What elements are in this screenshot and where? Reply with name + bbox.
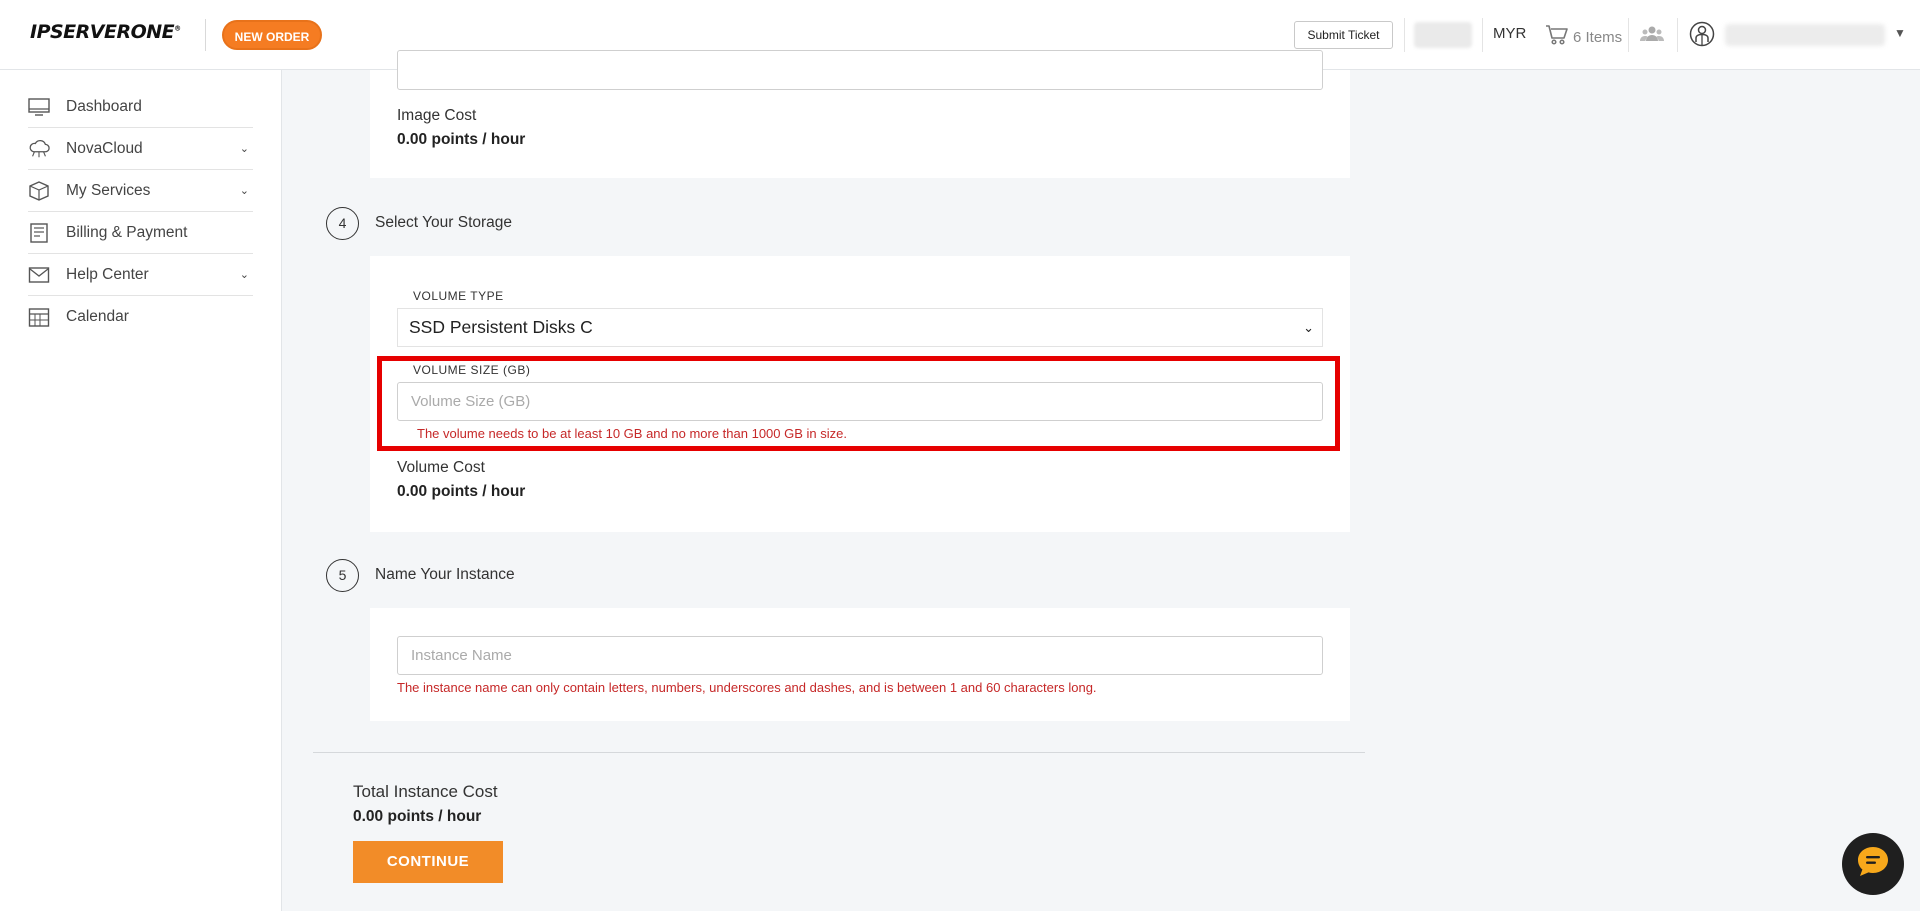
cloud-icon — [28, 138, 50, 160]
step-4-badge: 4 — [326, 207, 359, 240]
sidebar-item-label: NovaCloud — [66, 139, 143, 157]
volume-type-select[interactable]: SSD Persistent Disks C ⌄ — [397, 308, 1323, 347]
storage-step-title: Select Your Storage — [375, 214, 513, 231]
volume-cost-value: 0.00 points / hour — [397, 483, 526, 500]
box-icon — [28, 180, 50, 202]
total-cost-label: Total Instance Cost — [353, 782, 498, 801]
team-icon[interactable] — [1640, 24, 1664, 49]
instance-step-title: Name Your Instance — [375, 566, 515, 583]
monitor-icon — [28, 96, 50, 118]
step-5-badge: 5 — [326, 559, 359, 592]
redacted-balance — [1414, 22, 1472, 48]
user-account-icon[interactable] — [1689, 21, 1715, 52]
chat-support-button[interactable] — [1842, 833, 1904, 895]
volume-cost-label: Volume Cost — [397, 459, 485, 476]
chevron-down-icon: ⌄ — [239, 143, 249, 155]
sidebar-item-calendar[interactable]: Calendar — [28, 296, 253, 338]
sidebar-item-dashboard[interactable]: Dashboard — [28, 86, 253, 128]
chevron-down-icon: ⌄ — [1303, 320, 1314, 335]
submit-ticket-button[interactable]: Submit Ticket — [1294, 21, 1393, 49]
chevron-down-icon: ⌄ — [239, 185, 249, 197]
sidebar-item-label: Help Center — [66, 265, 149, 283]
mail-icon — [28, 264, 50, 286]
instance-name-error: The instance name can only contain lette… — [397, 680, 1097, 695]
currency-selector[interactable]: MYR — [1493, 25, 1526, 42]
volume-type-value: SSD Persistent Disks C — [409, 317, 593, 337]
header-divider — [205, 19, 206, 51]
header-separator — [1404, 18, 1405, 52]
instance-name-input[interactable]: Instance Name — [397, 636, 1323, 675]
cart-button[interactable]: 6 Items — [1545, 24, 1622, 50]
new-order-button[interactable]: NEW ORDER — [222, 20, 322, 50]
section-divider — [313, 752, 1365, 753]
sidebar-item-label: Calendar — [66, 308, 129, 325]
volume-size-highlight — [377, 356, 1340, 451]
sidebar-item-my-services[interactable]: My Services ⌄ — [28, 170, 253, 212]
header-separator — [1677, 18, 1678, 52]
calendar-icon — [28, 306, 50, 328]
user-menu-caret-icon[interactable]: ▼ — [1894, 26, 1906, 40]
cart-label: 6 Items — [1573, 28, 1623, 46]
invoice-icon — [28, 222, 50, 244]
header-separator — [1628, 18, 1629, 52]
instance-name-panel: Instance Name The instance name can only… — [370, 608, 1350, 721]
sidebar-item-label: My Services — [66, 181, 151, 199]
image-cost-label: Image Cost — [397, 107, 477, 124]
header-separator — [1482, 18, 1483, 52]
cart-icon — [1545, 24, 1569, 50]
volume-type-label: VOLUME TYPE — [413, 289, 504, 303]
redacted-username — [1725, 24, 1885, 46]
chat-icon — [1854, 844, 1892, 885]
sidebar-item-billing[interactable]: Billing & Payment — [28, 212, 253, 254]
continue-button[interactable]: CONTINUE — [353, 841, 503, 883]
sidebar-item-label: Dashboard — [66, 97, 142, 115]
image-select-partial[interactable] — [397, 50, 1323, 90]
sidebar-item-help-center[interactable]: Help Center ⌄ — [28, 254, 253, 296]
sidebar-item-label: Billing & Payment — [66, 223, 188, 241]
image-panel: Image Cost 0.00 points / hour — [370, 50, 1350, 178]
chevron-down-icon: ⌄ — [239, 269, 249, 281]
total-cost-value: 0.00 points / hour — [353, 808, 482, 825]
sidebar-item-novacloud[interactable]: NovaCloud ⌄ — [28, 128, 253, 170]
sidebar: Dashboard NovaCloud ⌄ My Services ⌄ Bill… — [0, 70, 282, 911]
brand-logo[interactable]: IPSERVERONE® — [30, 21, 181, 43]
brand-logo-text: IPSERVERONE — [30, 21, 175, 43]
image-cost-value: 0.00 points / hour — [397, 131, 526, 148]
